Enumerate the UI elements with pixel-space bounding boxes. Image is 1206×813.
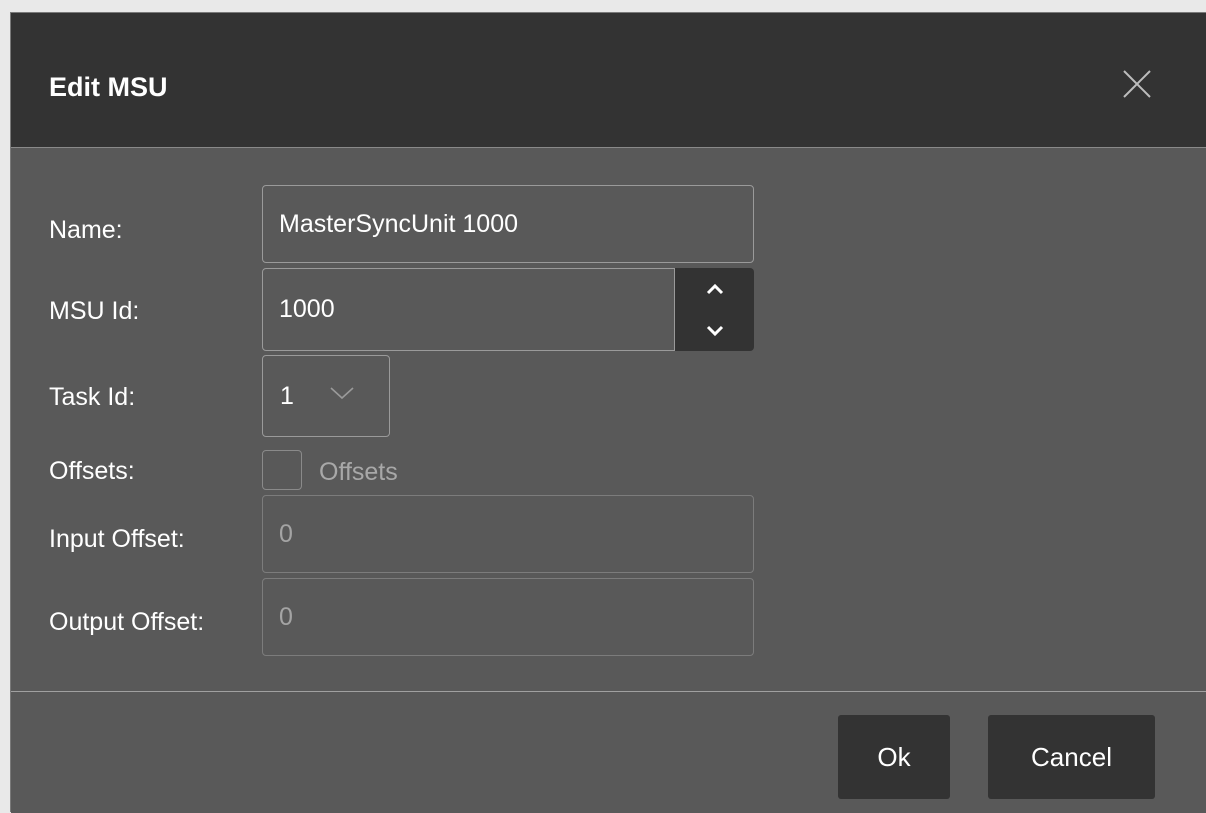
task-id-value: 1	[280, 382, 294, 410]
name-input[interactable]: MasterSyncUnit 1000	[262, 185, 754, 263]
msu-id-input[interactable]: 1000	[262, 268, 675, 351]
dialog-header: Edit MSU	[11, 13, 1206, 148]
ok-button[interactable]: Ok	[838, 715, 950, 799]
dialog-footer: Ok Cancel	[11, 691, 1206, 813]
task-id-label: Task Id:	[49, 383, 136, 411]
output-offset-input[interactable]: 0	[262, 578, 754, 656]
task-id-dropdown[interactable]: 1	[262, 355, 390, 437]
msu-id-spinner	[675, 268, 754, 351]
output-offset-label: Output Offset:	[49, 608, 205, 636]
chevron-up-icon	[706, 283, 723, 294]
chevron-down-icon	[330, 387, 354, 400]
cancel-button[interactable]: Cancel	[988, 715, 1155, 799]
offsets-label: Offsets:	[49, 457, 135, 485]
dialog-title: Edit MSU	[49, 72, 168, 102]
spin-up-button[interactable]	[675, 268, 754, 309]
close-button[interactable]	[1118, 65, 1156, 103]
spin-down-button[interactable]	[675, 310, 754, 351]
msu-id-label: MSU Id:	[49, 297, 140, 325]
input-offset-input[interactable]: 0	[262, 495, 754, 573]
close-icon	[1123, 70, 1151, 98]
offsets-checkbox[interactable]	[262, 450, 302, 490]
name-label: Name:	[49, 216, 123, 244]
offsets-checkbox-label: Offsets	[319, 458, 398, 486]
input-offset-label: Input Offset:	[49, 525, 185, 553]
offsets-checkbox-group: Offsets	[262, 450, 398, 490]
edit-msu-dialog: Edit MSU Name: MasterSyncUnit 1000 MSU I…	[10, 12, 1206, 813]
msu-id-numeric: 1000	[262, 268, 754, 351]
chevron-down-icon	[706, 325, 723, 336]
